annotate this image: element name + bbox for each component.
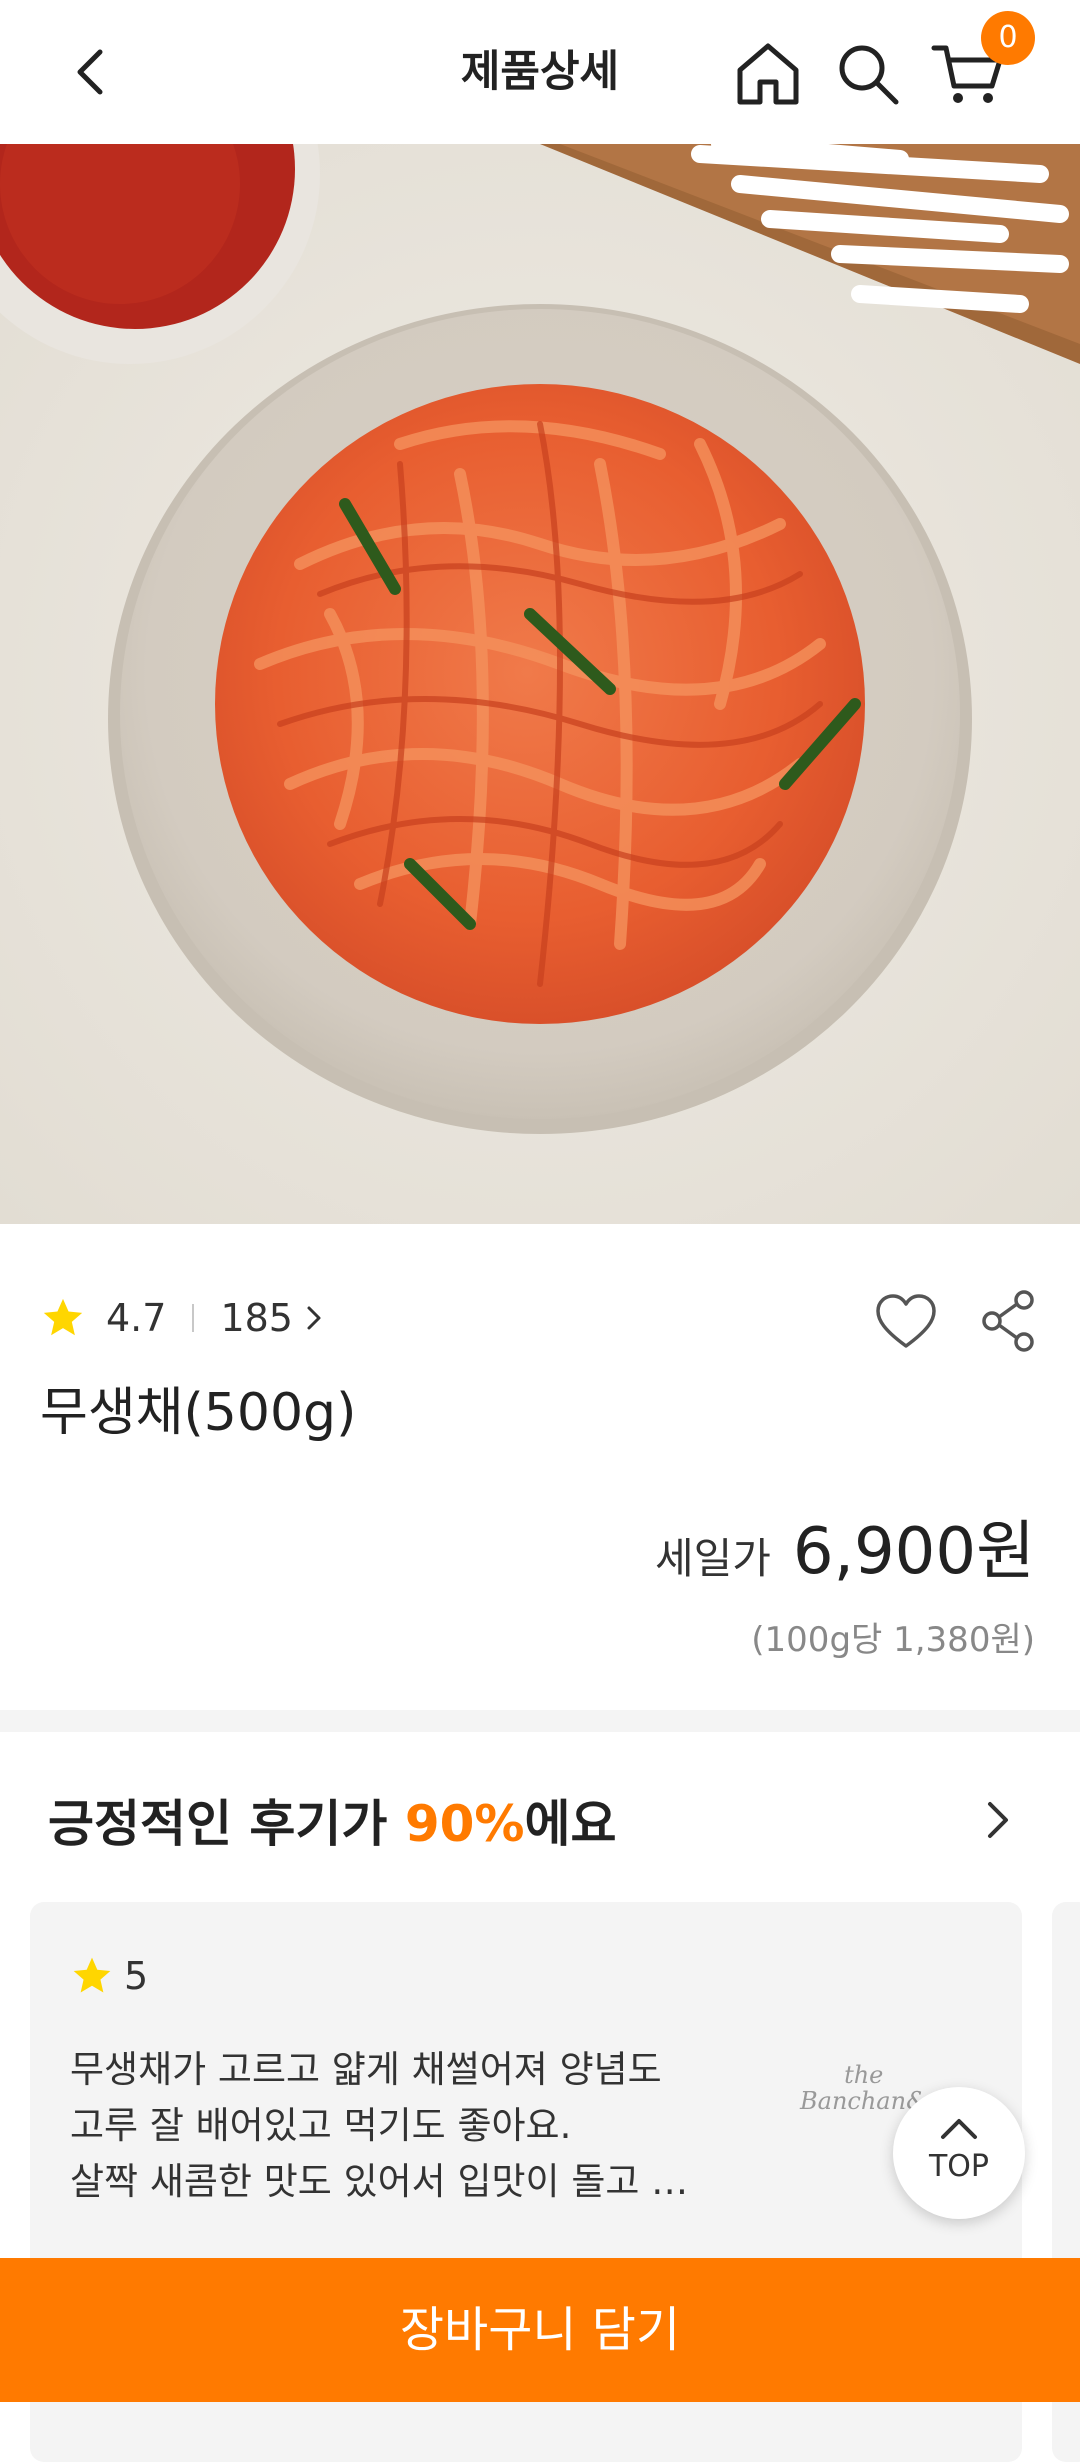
share-icon[interactable]: [978, 1288, 1038, 1354]
rating-value: 4.7: [106, 1296, 167, 1340]
divider: [192, 1304, 195, 1332]
review-rating: 5: [70, 1954, 148, 1998]
home-icon[interactable]: [730, 36, 806, 112]
unit-price: (100g당 1,380원): [751, 1620, 1035, 1660]
page-title: 제품상세: [460, 47, 620, 97]
top-label: TOP: [928, 2149, 990, 2184]
chevron-right-icon: [307, 1306, 321, 1330]
review-title-prefix: 긍정적인 후기가: [48, 1795, 405, 1853]
review-text: 무생채가 고르고 얇게 채썰어져 양념도 고루 잘 배어있고 먹기도 좋아요. …: [70, 2042, 770, 2210]
product-image[interactable]: [0, 144, 1080, 1224]
positive-percent: 90%: [404, 1795, 525, 1853]
product-rating-row[interactable]: 4.7 185: [40, 1290, 327, 1346]
brand-watermark-small: the: [844, 2061, 884, 2089]
product-name: 무생채(500g): [40, 1383, 357, 1443]
price-block: 세일가 6,900원: [655, 1500, 1035, 1592]
review-line: 고루 잘 배어있고 먹기도 좋아요.: [70, 2104, 572, 2147]
star-icon: [43, 1298, 83, 1336]
back-arrow-icon[interactable]: [60, 40, 124, 104]
chevron-up-icon: [941, 2119, 977, 2139]
review-section-title[interactable]: 긍정적인 후기가 90%에요: [48, 1784, 617, 1856]
chevron-right-icon[interactable]: [980, 1796, 1016, 1844]
review-line: 무생채가 고르고 얇게 채썰어져 양념도: [70, 2048, 662, 2091]
search-icon[interactable]: [830, 36, 906, 112]
product-photo: [0, 144, 1080, 1224]
star-icon: [73, 1957, 111, 1993]
add-to-cart-button[interactable]: 장바구니 담기: [0, 2258, 1080, 2402]
scroll-top-button[interactable]: TOP: [893, 2087, 1025, 2219]
sale-price: 6,900원: [792, 1515, 1035, 1589]
review-title-suffix: 에요: [524, 1795, 617, 1853]
review-count[interactable]: 185: [220, 1296, 293, 1340]
review-line: 살짝 새콤한 맛도 있어서 입맛이 돌고 …: [70, 2160, 689, 2203]
cart-count-badge: 0: [981, 11, 1035, 65]
brand-watermark: the Banchan&: [800, 2062, 927, 2114]
heart-icon[interactable]: [874, 1292, 938, 1352]
section-divider: [0, 1710, 1080, 1732]
sale-price-label: 세일가: [654, 1534, 771, 1583]
top-app-bar: 제품상세 0: [0, 0, 1080, 144]
review-rating-value: 5: [124, 1954, 149, 1998]
